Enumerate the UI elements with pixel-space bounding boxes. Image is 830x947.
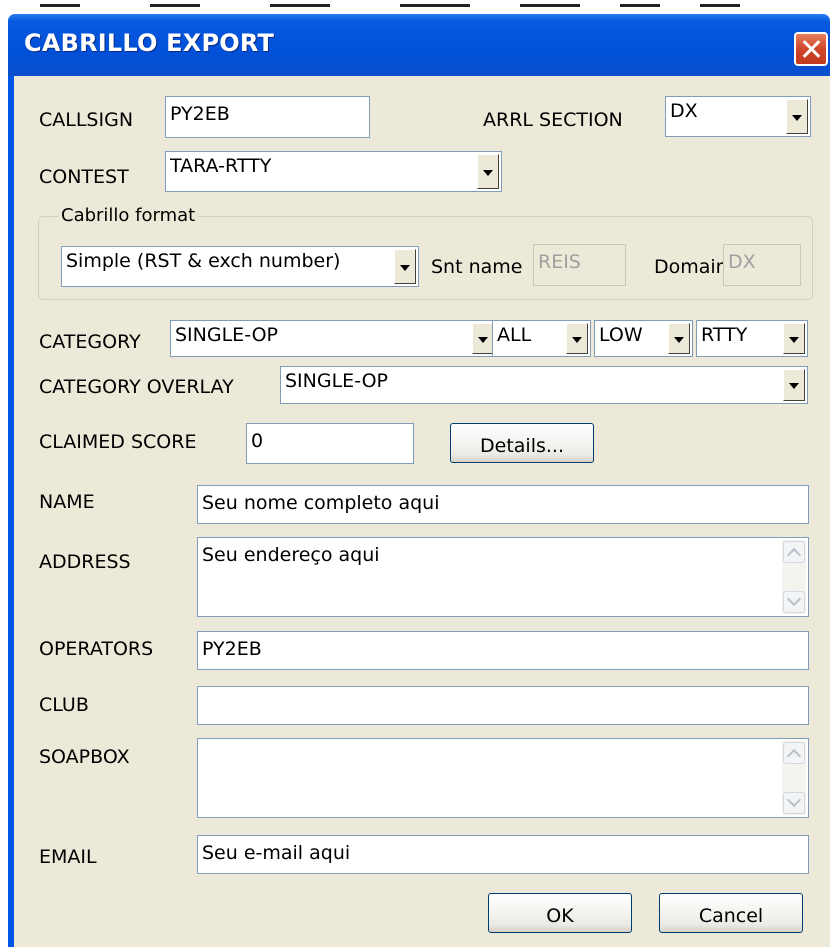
address-textarea[interactable]: Seu endereço aqui [197,537,809,617]
claimed-score-label: CLAIMED SCORE [39,431,197,453]
callsign-label: CALLSIGN [39,109,134,131]
category-overlay-label: CATEGORY OVERLAY [39,376,234,398]
contest-label: CONTEST [39,166,129,188]
email-label: EMAIL [39,846,97,868]
chevron-down-icon[interactable] [566,323,588,354]
category-operator-value: SINGLE-OP [175,324,278,346]
address-label: ADDRESS [39,551,131,573]
snt-name-label: Snt name [431,256,523,278]
name-input[interactable]: Seu nome completo aqui [197,485,809,524]
scroll-down-icon[interactable] [783,792,805,814]
cabrillo-format-value: Simple (RST & exch number) [66,250,341,272]
scroll-up-icon[interactable] [783,541,805,563]
chevron-down-icon[interactable] [477,154,499,189]
category-label: CATEGORY [39,331,141,353]
category-power-select[interactable]: LOW [594,320,693,357]
background-window-strip [0,0,830,14]
soapbox-textarea[interactable] [197,738,809,818]
operators-label: OPERATORS [39,638,154,660]
contest-select[interactable]: TARA-RTTY [165,151,502,192]
soapbox-label: SOAPBOX [39,746,130,768]
soapbox-scrollbar[interactable] [782,741,806,815]
operators-input[interactable]: PY2EB [197,631,809,670]
chevron-down-icon[interactable] [783,369,805,401]
address-value: Seu endereço aqui [202,544,380,566]
domain-input: DX [723,244,801,286]
category-overlay-select[interactable]: SINGLE-OP [280,366,808,404]
address-scrollbar[interactable] [782,540,806,614]
category-band-select[interactable]: ALL [492,320,591,357]
details-button[interactable]: Details... [450,423,594,463]
details-button-label: Details... [480,435,564,457]
category-operator-select[interactable]: SINGLE-OP [170,320,497,357]
category-power-value: LOW [599,324,643,346]
scroll-down-icon[interactable] [783,591,805,613]
category-overlay-value: SINGLE-OP [285,370,388,392]
cabrillo-format-legend: Cabrillo format [58,205,199,226]
chevron-down-icon[interactable] [783,323,805,354]
cancel-button-label: Cancel [698,905,764,927]
arrl-section-value: DX [670,100,698,122]
ok-button[interactable]: OK [488,893,632,933]
category-band-value: ALL [497,324,532,346]
window-title: CABRILLO EXPORT [24,29,275,57]
close-button[interactable] [794,32,828,66]
domain-label: Domain [654,256,728,278]
cancel-button[interactable]: Cancel [659,893,803,933]
dialog-client-area: CALLSIGN PY2EB ARRL SECTION DX CONTEST T… [14,76,830,947]
claimed-score-input[interactable]: 0 [246,423,414,464]
arrl-section-label: ARRL SECTION [483,109,623,131]
name-label: NAME [39,491,95,513]
category-mode-value: RTTY [701,324,748,346]
contest-value: TARA-RTTY [170,155,272,177]
chevron-down-icon[interactable] [472,323,494,354]
club-label: CLUB [39,694,89,716]
ok-button-label: OK [546,905,574,927]
category-mode-select[interactable]: RTTY [696,320,808,357]
club-input[interactable] [197,686,809,725]
email-input[interactable]: Seu e-mail aqui [197,835,809,874]
scroll-up-icon[interactable] [783,742,805,764]
chevron-down-icon[interactable] [394,249,416,284]
chevron-down-icon[interactable] [786,99,808,134]
chevron-down-icon[interactable] [668,323,690,354]
callsign-input[interactable]: PY2EB [165,96,370,138]
cabrillo-format-select[interactable]: Simple (RST & exch number) [61,246,419,287]
title-bar: CABRILLO EXPORT [8,14,830,76]
arrl-section-select[interactable]: DX [665,96,811,137]
snt-name-input: REIS [533,244,626,286]
